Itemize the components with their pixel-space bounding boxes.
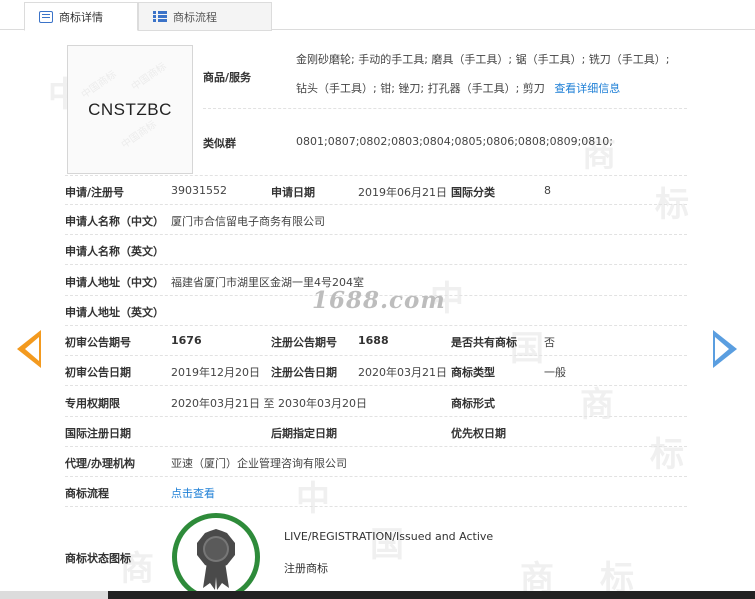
exclusive-label: 专用权期限 — [65, 397, 120, 410]
shared-value: 否 — [544, 336, 555, 349]
address-cn-label: 申请人地址（中文） — [65, 276, 164, 289]
view-flow-link[interactable]: 点击查看 — [171, 485, 215, 501]
info-row: 代理/办理机构 亚速（厦门）企业管理咨询有限公司 — [65, 447, 687, 477]
award-ribbon-icon — [197, 529, 235, 590]
flow-label: 商标流程 — [65, 487, 109, 500]
reg-pub-date-label: 注册公告日期 — [271, 366, 337, 379]
priority-date-label: 优先权日期 — [451, 427, 506, 440]
view-details-link[interactable]: 查看详细信息 — [554, 82, 620, 95]
bottom-scrollbar[interactable] — [0, 591, 755, 599]
tab-label: 商标详情 — [59, 10, 103, 24]
applicant-en-label: 申请人名称（英文） — [65, 245, 164, 258]
previous-arrow-icon[interactable] — [17, 330, 41, 368]
similar-group-value: 0801;0807;0802;0803;0804;0805;0806;0808;… — [296, 135, 614, 148]
reg-no-value: 39031552 — [171, 184, 227, 197]
info-row: 申请人名称（中文） 厦门市合信留电子商务有限公司 — [65, 205, 687, 235]
agent-value: 亚速（厦门）企业管理咨询有限公司 — [171, 457, 347, 470]
tm-type-value: 一般 — [544, 366, 566, 379]
address-en-label: 申请人地址（英文） — [65, 306, 164, 319]
agent-label: 代理/办理机构 — [65, 457, 136, 470]
next-arrow-icon[interactable] — [713, 330, 737, 368]
seal-watermark: 中国商标 — [119, 119, 159, 152]
tab-label: 商标流程 — [173, 10, 217, 24]
document-icon — [39, 10, 53, 23]
watermark-char: 商 — [520, 559, 554, 591]
trademark-image: 中国商标 中国商标 中国商标 CNSTZBC — [67, 45, 193, 174]
later-date-label: 后期指定日期 — [271, 427, 337, 440]
prelim-no-label: 初审公告期号 — [65, 336, 131, 349]
exclusive-value: 2020年03月21日 至 2030年03月20日 — [171, 397, 367, 410]
trademark-text: CNSTZBC — [88, 99, 172, 119]
info-row: 国际注册日期 后期指定日期 优先权日期 — [65, 417, 687, 447]
reg-pub-no-label: 注册公告期号 — [271, 336, 337, 349]
info-row: 申请人名称（英文） — [65, 235, 687, 265]
tm-form-label: 商标形式 — [451, 397, 495, 410]
tab-trademark-details[interactable]: 商标详情 — [24, 2, 138, 31]
apply-date-value: 2019年06月21日 — [358, 186, 447, 199]
status-text-cn: 注册商标 — [284, 562, 328, 575]
info-row: 商标流程 点击查看 — [65, 477, 687, 507]
site-watermark: 1688.com — [312, 287, 446, 314]
goods-value: 金刚砂磨轮; 手动的手工具; 磨具（手工具）; 锯（手工具）; 铣刀（手工具）;… — [296, 45, 676, 103]
tm-type-label: 商标类型 — [451, 366, 495, 379]
status-text-en: LIVE/REGISTRATION/Issued and Active — [284, 530, 494, 543]
apply-date-label: 申请日期 — [271, 186, 315, 199]
goods-label: 商品/服务 — [203, 71, 252, 84]
goods-services-row: 商品/服务 金刚砂磨轮; 手动的手工具; 磨具（手工具）; 锯（手工具）; 铣刀… — [203, 45, 687, 109]
info-row: 初审公告期号 1676 注册公告期号 1688 是否共有商标 否 — [65, 326, 687, 356]
applicant-cn-label: 申请人名称（中文） — [65, 215, 164, 228]
intl-class-value: 8 — [544, 184, 551, 197]
tab-bar: 商标详情 商标流程 — [0, 0, 755, 31]
info-row: 申请/注册号 39031552 申请日期 2019年06月21日 国际分类 8 — [65, 175, 687, 205]
status-icon-label: 商标状态图标 — [65, 552, 131, 565]
reg-pub-date-value: 2020年03月21日 — [358, 366, 447, 379]
list-icon — [153, 10, 167, 23]
watermark-char: 标 — [600, 559, 634, 591]
seal-watermark: 中国商标 — [129, 61, 169, 94]
prelim-date-value: 2019年12月20日 — [171, 366, 260, 379]
status-badge — [172, 513, 260, 599]
prelim-date-label: 初审公告日期 — [65, 366, 131, 379]
prelim-no-value: 1676 — [171, 334, 202, 347]
similar-group-row: 类似群 0801;0807;0802;0803;0804;0805;0806;0… — [203, 109, 687, 155]
intl-reg-date-label: 国际注册日期 — [65, 427, 131, 440]
reg-pub-no-value: 1688 — [358, 334, 389, 347]
shared-label: 是否共有商标 — [451, 336, 517, 349]
tab-trademark-flow[interactable]: 商标流程 — [138, 2, 272, 31]
similar-group-label: 类似群 — [203, 137, 236, 150]
info-row: 初审公告日期 2019年12月20日 注册公告日期 2020年03月21日 商标… — [65, 356, 687, 386]
reg-no-label: 申请/注册号 — [65, 186, 125, 199]
seal-watermark: 中国商标 — [79, 69, 119, 102]
intl-class-label: 国际分类 — [451, 186, 495, 199]
info-row: 专用权期限 2020年03月21日 至 2030年03月20日 商标形式 — [65, 387, 687, 417]
applicant-cn-value: 厦门市合信留电子商务有限公司 — [171, 215, 325, 228]
